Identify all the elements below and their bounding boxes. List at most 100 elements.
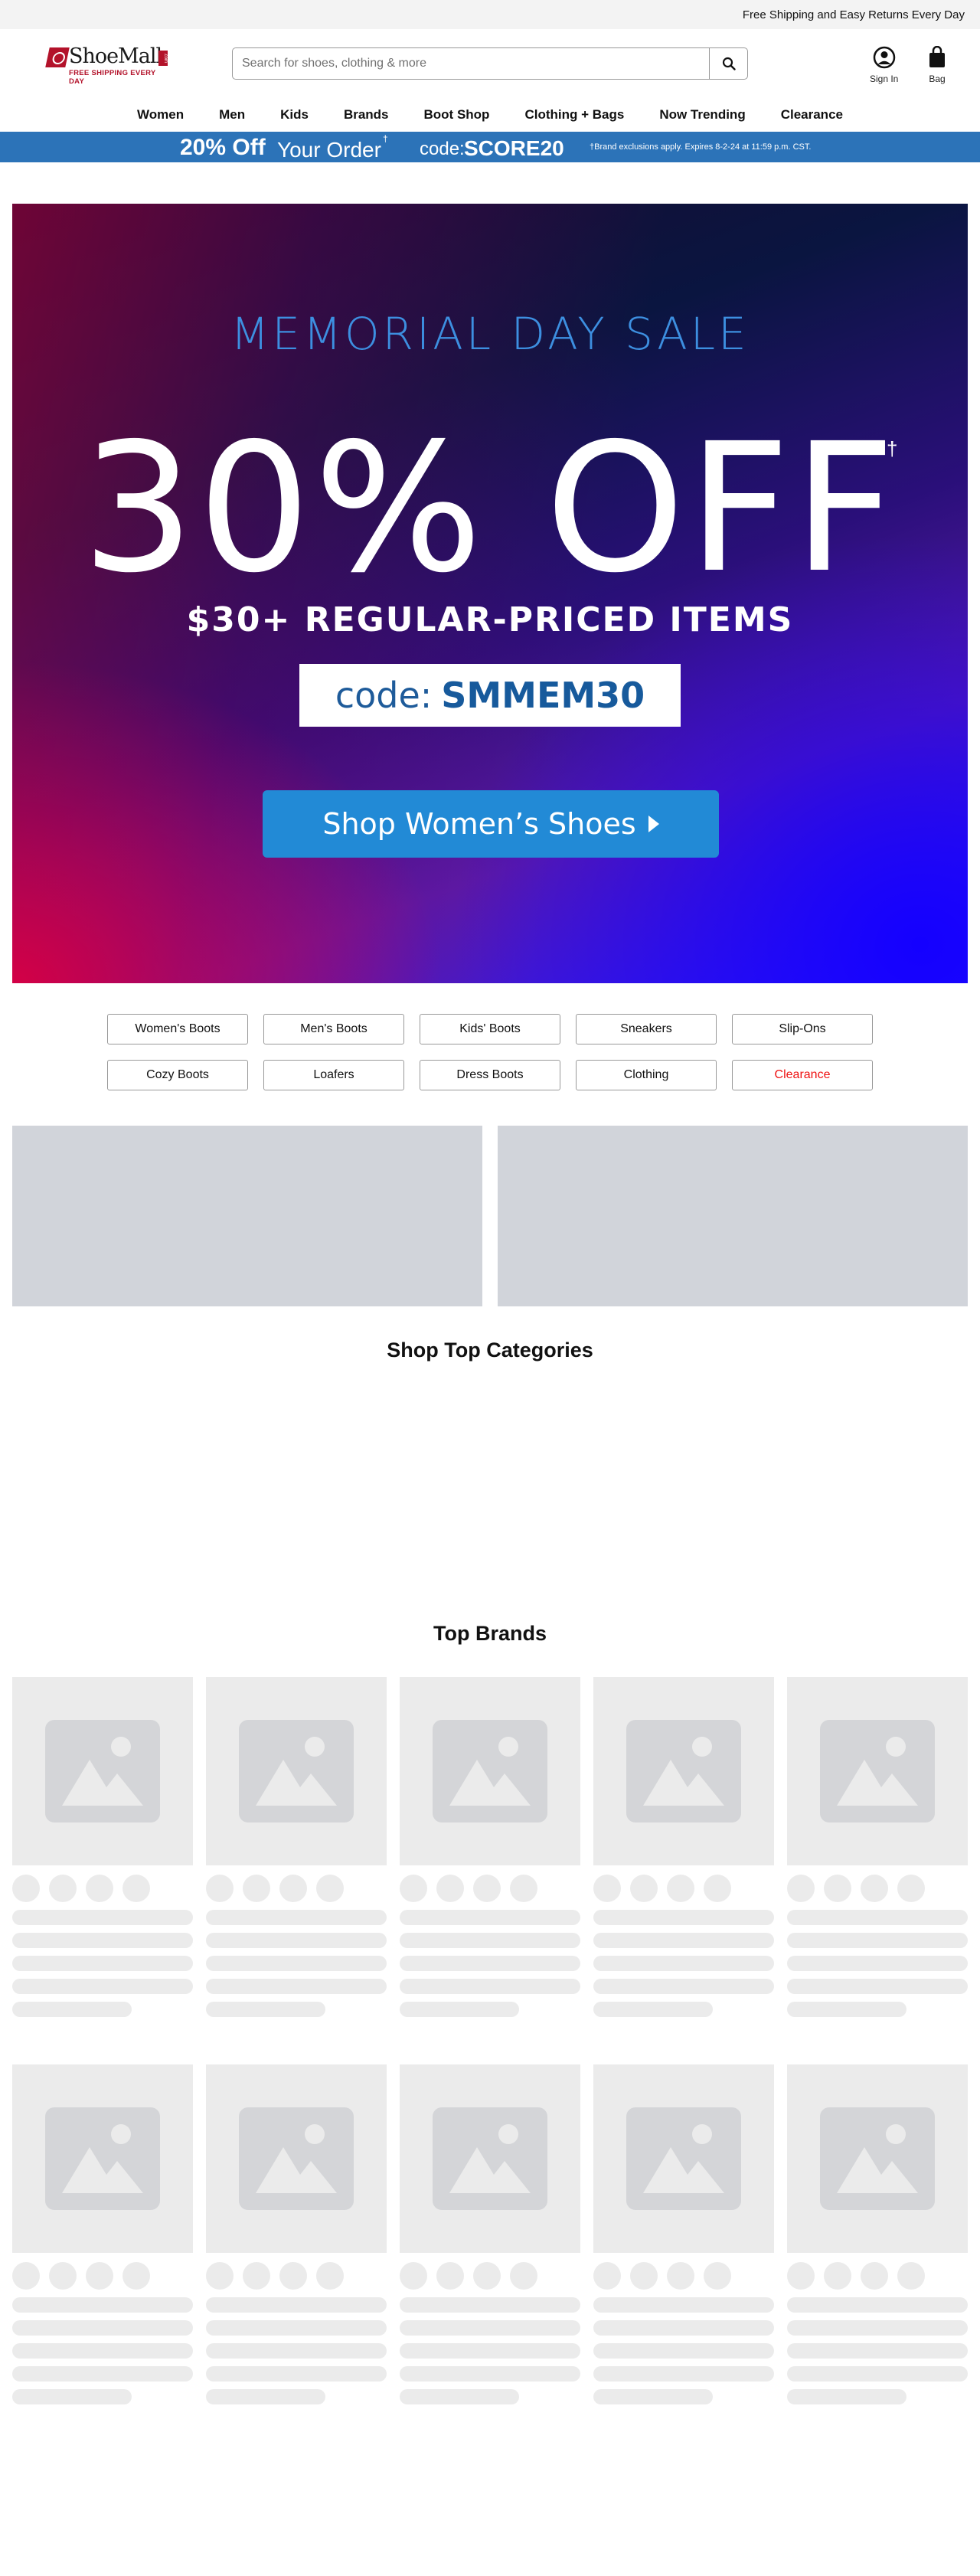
swatch-placeholder: [704, 2262, 731, 2290]
shop-womens-shoes-button[interactable]: Shop Women’s Shoes: [263, 790, 719, 858]
nav-item-women[interactable]: Women: [119, 107, 201, 123]
hero-cta-label: Shop Women’s Shoes: [322, 807, 636, 841]
chip-clearance[interactable]: Clearance: [732, 1060, 873, 1090]
text-placeholder: [400, 2320, 580, 2336]
brand-card-skeleton[interactable]: [400, 1677, 580, 2017]
search-button[interactable]: [709, 48, 747, 79]
placeholder-mountains: [62, 2147, 143, 2193]
text-placeholder: [206, 2002, 325, 2017]
image-placeholder-icon: [626, 2107, 741, 2210]
chip-mens-boots[interactable]: Men's Boots: [263, 1014, 404, 1044]
text-placeholder: [593, 1910, 774, 1925]
brand-card-skeleton[interactable]: [206, 2064, 387, 2404]
text-placeholder: [12, 1933, 193, 1948]
chip-dress-boots[interactable]: Dress Boots: [420, 1060, 560, 1090]
logo-name: ShoeMall: [69, 44, 162, 68]
swatch-placeholder: [49, 2262, 77, 2290]
chip-kids-boots[interactable]: Kids' Boots: [420, 1014, 560, 1044]
hero-subline: $30+ REGULAR-PRICED ITEMS: [186, 600, 794, 639]
text-placeholder: [400, 2002, 519, 2017]
brand-card-skeleton[interactable]: [787, 1677, 968, 2017]
text-placeholder: [400, 2366, 580, 2381]
chip-sneakers[interactable]: Sneakers: [576, 1014, 717, 1044]
promo-dagger: †: [383, 133, 388, 144]
nav-item-brands[interactable]: Brands: [326, 107, 407, 123]
text-placeholder: [206, 1933, 387, 1948]
promo-amount: 20% Off: [180, 135, 266, 160]
top-brands-heading: Top Brands: [433, 1622, 547, 1645]
text-placeholder: [206, 2343, 387, 2359]
swatch-placeholder: [787, 1875, 815, 1902]
swatch-placeholder: [400, 1875, 427, 1902]
text-placeholder: [593, 2297, 774, 2313]
text-placeholder: [400, 1979, 580, 1994]
bag-link[interactable]: Bag: [928, 46, 946, 84]
text-placeholder: [787, 2320, 968, 2336]
card-image-placeholder: [12, 1677, 193, 1865]
sign-in-link[interactable]: Sign In: [870, 46, 898, 84]
swatch-placeholder: [400, 2262, 427, 2290]
swatch-placeholders: [400, 2262, 580, 2290]
category-chips: Women's Boots Men's Boots Kids' Boots Sn…: [107, 1014, 873, 1090]
chip-womens-boots[interactable]: Women's Boots: [107, 1014, 248, 1044]
logo-tagline: FREE SHIPPING EVERY DAY: [69, 69, 156, 86]
swatch-placeholder: [86, 1875, 113, 1902]
brand-card-skeleton[interactable]: [12, 1677, 193, 2017]
text-placeholder: [593, 2343, 774, 2359]
brand-grid-row-2: [12, 2064, 968, 2404]
swatch-placeholders: [787, 2262, 968, 2290]
search-input[interactable]: [233, 48, 709, 79]
shoemall-logo[interactable]: ShoeMall FREE SHIPPING EVERY DAY .com: [45, 43, 170, 86]
nav-item-clearance[interactable]: Clearance: [763, 107, 861, 123]
swatch-placeholder: [667, 2262, 694, 2290]
swatch-placeholders: [787, 1875, 968, 1902]
text-placeholder: [206, 1956, 387, 1971]
shipping-message: Free Shipping and Easy Returns Every Day: [742, 8, 965, 21]
brand-card-skeleton[interactable]: [12, 2064, 193, 2404]
card-image-placeholder: [787, 2064, 968, 2253]
nav-item-now-trending[interactable]: Now Trending: [642, 107, 763, 123]
text-placeholder: [787, 2366, 968, 2381]
text-placeholder: [12, 2366, 193, 2381]
text-placeholder: [400, 1933, 580, 1948]
image-placeholder-icon: [820, 2107, 935, 2210]
image-placeholder-icon: [239, 1720, 354, 1822]
nav-item-clothing-bags[interactable]: Clothing + Bags: [507, 107, 642, 123]
brand-card-skeleton[interactable]: [206, 1677, 387, 2017]
placeholder-mountains: [837, 1760, 918, 1806]
hero-code-label: code:: [335, 675, 433, 716]
text-placeholder: [787, 2002, 906, 2017]
hero-dagger: †: [887, 437, 898, 460]
nav-item-boot-shop[interactable]: Boot Shop: [407, 107, 508, 123]
swatch-placeholder: [897, 2262, 925, 2290]
hero-title: MEMORIAL DAY SALE: [230, 308, 750, 360]
image-placeholder-icon: [45, 2107, 160, 2210]
swatch-placeholder: [12, 2262, 40, 2290]
swatch-placeholders: [593, 1875, 774, 1902]
promo-banner-right[interactable]: [498, 1126, 968, 1306]
promo-banner-left[interactable]: [12, 1126, 482, 1306]
chip-slip-ons[interactable]: Slip-Ons: [732, 1014, 873, 1044]
logo-mark-icon: [45, 47, 70, 67]
placeholder-mountains: [449, 1760, 531, 1806]
chip-cozy-boots[interactable]: Cozy Boots: [107, 1060, 248, 1090]
brand-card-skeleton[interactable]: [593, 2064, 774, 2404]
nav-item-men[interactable]: Men: [201, 107, 263, 123]
image-placeholder-icon: [433, 1720, 547, 1822]
hero-banner[interactable]: MEMORIAL DAY SALE 30% OFF † $30+ REGULAR…: [12, 204, 968, 983]
image-placeholder-icon: [433, 2107, 547, 2210]
brand-card-skeleton[interactable]: [787, 2064, 968, 2404]
shopping-bag-icon: [929, 46, 945, 67]
brand-card-skeleton[interactable]: [400, 2064, 580, 2404]
text-placeholder: [787, 1933, 968, 1948]
placeholder-mountains: [449, 2147, 531, 2193]
hero-code: SMMEM30: [441, 675, 645, 716]
brand-card-skeleton[interactable]: [593, 1677, 774, 2017]
swatch-placeholder: [316, 2262, 344, 2290]
chip-clothing[interactable]: Clothing: [576, 1060, 717, 1090]
nav-item-kids[interactable]: Kids: [263, 107, 326, 123]
text-placeholder: [593, 2389, 713, 2404]
placeholder-mountains: [256, 2147, 337, 2193]
promo-bar[interactable]: 20% Off Your Order † code: SCORE20 †Bran…: [0, 132, 980, 162]
chip-loafers[interactable]: Loafers: [263, 1060, 404, 1090]
